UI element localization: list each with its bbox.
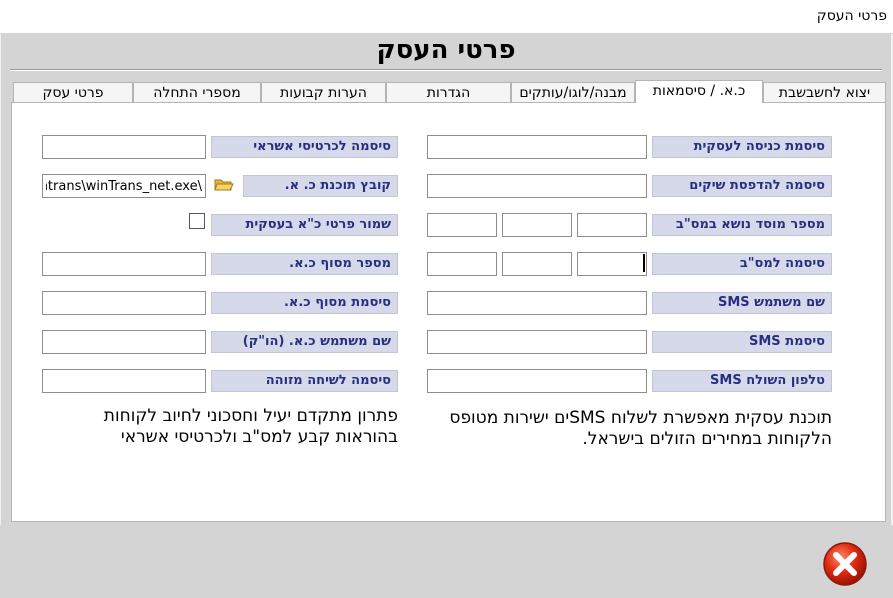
sms-sender-phone-input[interactable] — [427, 369, 647, 393]
window-titlebar: פרטי העסק — [0, 0, 893, 34]
masav-password-input-2[interactable] — [502, 252, 572, 276]
close-x-icon[interactable] — [822, 541, 868, 587]
label-masav-password: סיסמה למס"ב — [652, 253, 832, 275]
caller-id-password-input[interactable] — [42, 369, 206, 393]
label-login-password: סיסמת כניסה לעסקית — [652, 136, 832, 158]
cc-description-line1: פתרון מתקדם יעיל וחסכוני לחיוב לקוחות — [103, 406, 398, 426]
cc-program-file-input[interactable] — [42, 174, 206, 198]
cc-description-line2: בהוראות קבע למס"ב ולכרטיסי אשראי — [120, 427, 398, 447]
masav-institution-input-1[interactable] — [577, 213, 647, 237]
header-divider — [10, 69, 882, 71]
tab-bar: פרטי עסק מספרי התחלה הערות קבועות הגדרות… — [13, 80, 886, 103]
label-cc-username-standing-order: שם משתמש כ.א. (הו"ק) — [211, 331, 398, 353]
label-cc-program-file: קובץ תוכנת כ. א. — [243, 175, 398, 197]
label-save-cc-details: שמור פרטי כ"א בעסקית — [211, 214, 398, 236]
tab-settings[interactable]: הגדרות — [386, 82, 511, 102]
sms-username-input[interactable] — [427, 291, 647, 315]
cc-terminal-password-input[interactable] — [42, 291, 206, 315]
sms-password-input[interactable] — [427, 330, 647, 354]
masav-institution-input-2[interactable] — [502, 213, 572, 237]
label-cc-terminal-password: סיסמת מסוף כ.א. — [211, 292, 398, 314]
credit-card-password-input[interactable] — [42, 135, 206, 159]
sms-description-line1: תוכנת עסקית מאפשרת לשלוח SMSים ישירות מט… — [449, 408, 832, 428]
window-title: פרטי העסק — [816, 8, 887, 24]
tab-start-numbers[interactable]: מספרי התחלה — [133, 82, 261, 102]
page-title: פרטי העסק — [376, 35, 516, 65]
label-credit-card-password: סיסמה לכרטיסי אשראי — [211, 136, 398, 158]
folder-open-icon[interactable] — [214, 177, 234, 193]
tab-structure-logo-copies[interactable]: מבנה/לוגו/עותקים — [511, 82, 635, 102]
login-password-input[interactable] — [427, 135, 647, 159]
masav-institution-input-3[interactable] — [427, 213, 497, 237]
cc-description: פתרון מתקדם יעיל וחסכוני לחיוב לקוחות בה… — [42, 406, 398, 448]
text-cursor — [643, 254, 645, 272]
tab-business-details[interactable]: פרטי עסק — [13, 82, 133, 102]
masav-password-input-1[interactable] — [577, 252, 647, 276]
label-check-print-password: סיסמה להדפסת שיקים — [652, 175, 832, 197]
label-sms-username: שם משתמש SMS — [652, 292, 832, 314]
bottom-bar — [0, 525, 893, 598]
label-sms-password: סיסמת SMS — [652, 331, 832, 353]
masav-password-input-3[interactable] — [427, 252, 497, 276]
label-masav-institution-number: מספר מוסד נושא במס"ב — [652, 214, 832, 236]
save-cc-details-checkbox[interactable] — [189, 213, 205, 229]
tab-fixed-notes[interactable]: הערות קבועות — [261, 82, 386, 102]
check-print-password-input[interactable] — [427, 174, 647, 198]
cc-terminal-number-input[interactable] — [42, 252, 206, 276]
page-header: פרטי העסק — [1, 33, 891, 79]
sms-description-line2: הלקוחות במחירים הזולים בישראל. — [582, 429, 832, 449]
label-sms-sender-phone: טלפון השולח SMS — [652, 370, 832, 392]
label-caller-id-password: סיסמה לשיחה מזוהה — [211, 370, 398, 392]
sms-description: תוכנת עסקית מאפשרת לשלוח SMSים ישירות מט… — [427, 408, 832, 450]
cc-username-input[interactable] — [42, 330, 206, 354]
label-cc-terminal-number: מספר מסוף כ.א. — [211, 253, 398, 275]
tab-export-accounting[interactable]: יצוא לחשבשבת — [763, 82, 886, 102]
tab-credit-passwords[interactable]: כ.א. / סיסמאות — [635, 80, 763, 103]
